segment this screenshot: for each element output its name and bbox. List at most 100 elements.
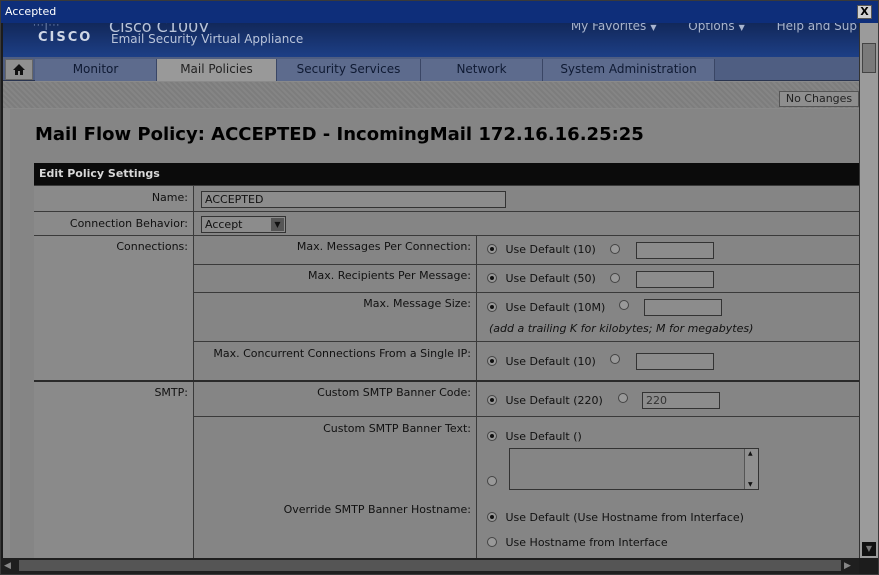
vertical-scroll-thumb[interactable] (862, 43, 876, 73)
home-tab[interactable] (5, 59, 33, 80)
sublabel-column (194, 382, 477, 558)
banner-text-textarea[interactable]: ▲ ▼ (509, 448, 759, 490)
max-recipients-input[interactable] (636, 271, 714, 288)
name-input[interactable]: ACCEPTED (201, 191, 506, 208)
smtp-group: SMTP: Custom SMTP Banner Code: Use Defau… (34, 380, 859, 558)
tab-system-administration[interactable]: System Administration (543, 59, 715, 81)
radio-selected[interactable] (487, 395, 497, 405)
max-concurrent-custom-radio[interactable] (610, 354, 620, 364)
divider (194, 292, 859, 293)
horizontal-scroll-thumb[interactable] (19, 560, 841, 571)
scroll-up-icon: ▲ (748, 450, 753, 457)
max-concurrent-input[interactable] (636, 353, 714, 370)
help-support-link[interactable]: Help and Sup (763, 23, 857, 33)
window-titlebar[interactable]: Accepted X (1, 1, 878, 23)
max-recipients-label: Max. Recipients Per Message: (307, 269, 471, 282)
max-size-label: Max. Message Size: (363, 297, 471, 310)
max-size-custom-radio[interactable] (619, 300, 629, 310)
close-button[interactable]: X (857, 5, 872, 19)
max-messages-default-option[interactable]: Use Default (10) (487, 243, 596, 256)
max-size-hint: (add a trailing K for kilobytes; M for m… (489, 322, 754, 335)
divider (194, 264, 859, 265)
scroll-left-icon[interactable]: ◀ (4, 560, 16, 572)
chevron-down-icon: ▼ (271, 218, 284, 231)
no-changes-button[interactable]: No Changes (779, 91, 859, 107)
banner-code-label: Custom SMTP Banner Code: (317, 386, 471, 399)
radio-selected[interactable] (487, 431, 497, 441)
dialog-window: Accepted X ···|··· CISCO Cisco C100V Ema… (0, 0, 879, 575)
banner-code-default-label: Use Default (220) (505, 394, 603, 407)
home-icon (13, 64, 25, 75)
tab-mail-policies[interactable]: Mail Policies (157, 59, 277, 81)
tab-monitor[interactable]: Monitor (35, 59, 157, 81)
tab-network[interactable]: Network (421, 59, 543, 81)
smtp-label: SMTP: (154, 386, 188, 399)
product-subtitle: Email Security Virtual Appliance (111, 32, 304, 46)
chevron-down-icon: ▼ (738, 23, 745, 32)
override-hostname-default-label: Use Default (Use Hostname from Interface… (505, 511, 744, 524)
max-recipients-default-label: Use Default (50) (505, 272, 596, 285)
max-recipients-custom-radio[interactable] (610, 273, 620, 283)
max-concurrent-default-option[interactable]: Use Default (10) (487, 355, 596, 368)
override-hostname-default-option[interactable]: Use Default (Use Hostname from Interface… (487, 511, 744, 524)
banner-code-input[interactable]: 220 (642, 392, 720, 409)
scroll-down-icon[interactable]: ▼ (862, 542, 876, 556)
help-support-label: Help and Sup (776, 23, 857, 33)
max-size-input[interactable] (644, 299, 722, 316)
textarea-scrollbar[interactable]: ▲ ▼ (744, 449, 758, 489)
banner-text-label: Custom SMTP Banner Text: (323, 422, 471, 435)
banner-text-default-label: Use Default () (505, 430, 582, 443)
options-link[interactable]: Options ▼ (674, 23, 744, 33)
divider (194, 341, 859, 342)
max-recipients-default-option[interactable]: Use Default (50) (487, 272, 596, 285)
radio-selected[interactable] (487, 512, 497, 522)
max-messages-input[interactable] (636, 242, 714, 259)
max-size-default-option[interactable]: Use Default (10M) (487, 301, 605, 314)
appliance-page: ···|··· CISCO Cisco C100V Email Security… (3, 23, 859, 558)
utility-nav: My Favorites ▼ Options ▼ Help and Sup (543, 23, 857, 33)
max-concurrent-default-label: Use Default (10) (505, 355, 596, 368)
override-hostname-interface-label: Use Hostname from Interface (505, 536, 668, 549)
connections-group: Connections: Max. Messages Per Connectio… (34, 235, 859, 380)
radio-selected[interactable] (487, 356, 497, 366)
name-row: Name: ACCEPTED (34, 185, 859, 211)
max-size-default-label: Use Default (10M) (505, 301, 606, 314)
cisco-logo[interactable]: CISCO (38, 30, 92, 45)
main-tabbar: Monitor Mail Policies Security Services … (3, 57, 859, 81)
override-hostname-interface-option[interactable]: Use Hostname from Interface (487, 536, 668, 549)
banner-code-custom-radio[interactable] (618, 393, 628, 403)
label-cell (34, 236, 194, 380)
banner-code-default-option[interactable]: Use Default (220) (487, 394, 603, 407)
override-hostname-label: Override SMTP Banner Hostname: (283, 503, 471, 516)
max-concurrent-label: Max. Concurrent Connections From a Singl… (213, 347, 471, 360)
divider (194, 416, 859, 417)
horizontal-scrollbar[interactable]: ◀ ▶ (1, 558, 859, 574)
my-favorites-link[interactable]: My Favorites ▼ (557, 23, 657, 33)
scroll-down-icon: ▼ (748, 481, 753, 488)
max-messages-custom-radio[interactable] (610, 244, 620, 254)
section-header: Edit Policy Settings (34, 163, 859, 185)
window-title: Accepted (5, 5, 57, 18)
status-strip: No Changes (3, 82, 859, 108)
my-favorites-label: My Favorites (570, 23, 647, 33)
edit-policy-table: Edit Policy Settings Name: ACCEPTED Conn… (34, 163, 859, 558)
connection-behavior-row: Connection Behavior: Accept ▼ (34, 211, 859, 235)
max-messages-label: Max. Messages Per Connection: (296, 240, 471, 253)
banner-text-default-option[interactable]: Use Default () (487, 430, 582, 443)
scroll-right-icon[interactable]: ▶ (844, 560, 856, 572)
radio-selected[interactable] (487, 273, 497, 283)
radio-selected[interactable] (487, 302, 497, 312)
label-cell (34, 382, 194, 558)
connection-behavior-value: Accept (205, 218, 243, 231)
banner-text-custom-radio[interactable] (487, 476, 497, 486)
tab-security-services[interactable]: Security Services (277, 59, 421, 81)
vertical-scrollbar[interactable]: ▼ (859, 23, 878, 558)
radio-unselected[interactable] (487, 537, 497, 547)
connection-behavior-label: Connection Behavior: (69, 217, 188, 230)
name-label: Name: (151, 191, 188, 204)
options-label: Options (688, 23, 735, 33)
connections-label: Connections: (116, 240, 188, 253)
radio-selected[interactable] (487, 244, 497, 254)
connection-behavior-select[interactable]: Accept ▼ (201, 216, 286, 233)
app-header: ···|··· CISCO Cisco C100V Email Security… (3, 23, 859, 57)
